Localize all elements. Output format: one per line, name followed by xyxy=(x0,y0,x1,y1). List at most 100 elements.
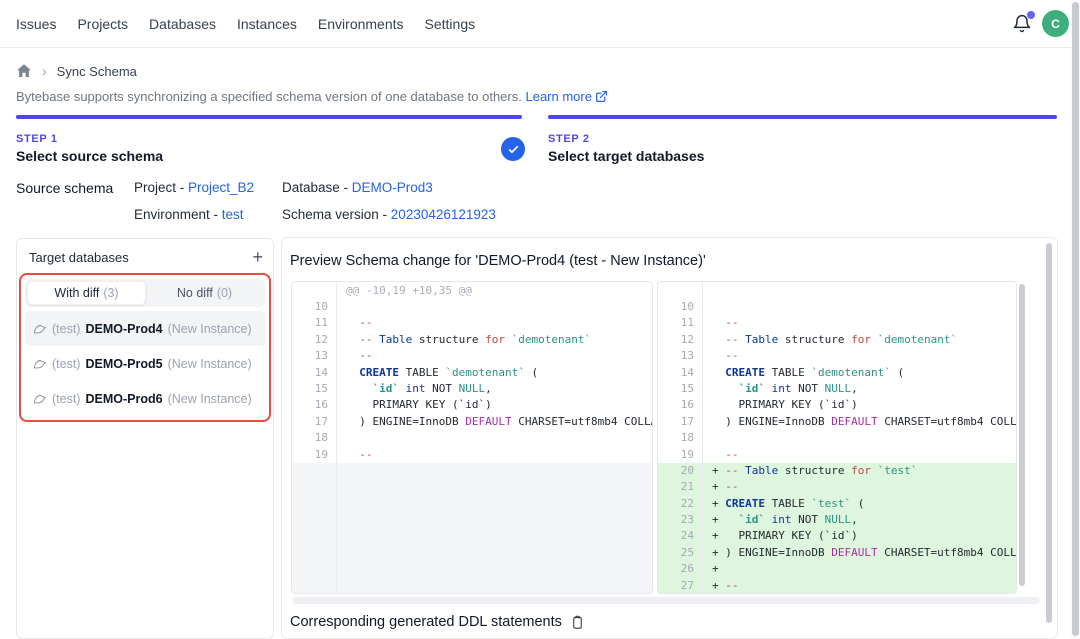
diff-line: 23+ `id` int NOT NULL, xyxy=(658,512,1016,528)
diff-filter-tabs: With diff (3) No diff (0) xyxy=(25,279,265,307)
step2-progress-bar xyxy=(548,115,1057,119)
diff-line: 26+ xyxy=(658,561,1016,577)
preview-card-scrollbar[interactable] xyxy=(1046,243,1052,623)
target-db-item-demo-prod6[interactable]: (test) DEMO-Prod6 (New Instance) xyxy=(25,381,265,416)
add-target-database-button[interactable]: + xyxy=(252,249,263,265)
external-link-icon[interactable] xyxy=(595,90,608,106)
line-number: 15 xyxy=(292,381,336,397)
line-number: 16 xyxy=(292,397,336,413)
line-number: 19 xyxy=(658,447,702,463)
top-navbar: Issues Projects Databases Instances Envi… xyxy=(0,0,1080,48)
database-link[interactable]: DEMO-Prod3 xyxy=(352,180,433,195)
db-note: (New Instance) xyxy=(168,322,252,336)
diff-pane-original: @@ -10,19 +10,35 @@10 11 --12 -- Table s… xyxy=(291,281,653,594)
breadcrumb-chevron-icon: › xyxy=(42,63,47,79)
diff-line: 10 xyxy=(658,299,1016,315)
diff-line: 16 PRIMARY KEY (`id`) xyxy=(658,397,1016,413)
diff-line: 22+ CREATE TABLE `test` ( xyxy=(658,496,1016,512)
nav-instances[interactable]: Instances xyxy=(237,16,297,32)
diff-line: 13 -- xyxy=(292,348,652,364)
target-databases-panel: Target databases + With diff (3) No diff… xyxy=(16,238,274,639)
nav-databases[interactable]: Databases xyxy=(149,16,216,32)
line-number: 10 xyxy=(658,299,702,315)
diff-line: 24+ PRIMARY KEY (`id`) xyxy=(658,528,1016,544)
diff-line: 27+ -- xyxy=(658,578,1016,594)
line-number: 11 xyxy=(292,315,336,331)
line-number: 18 xyxy=(658,430,702,446)
nav-projects[interactable]: Projects xyxy=(77,16,128,32)
line-number: 26 xyxy=(658,561,702,577)
diff-line: 16 PRIMARY KEY (`id`) xyxy=(292,397,652,413)
line-number: 25 xyxy=(658,545,702,561)
nav-settings[interactable]: Settings xyxy=(425,16,476,32)
tab-no-diff-count: (0) xyxy=(217,286,232,300)
learn-more-link[interactable]: Learn more xyxy=(525,89,591,104)
notification-bell-icon[interactable] xyxy=(1012,14,1032,34)
line-number: 16 xyxy=(658,397,702,413)
diff-hunk-header xyxy=(658,282,1016,299)
db-name: DEMO-Prod5 xyxy=(85,357,162,371)
db-note: (New Instance) xyxy=(168,357,252,371)
nav-issues[interactable]: Issues xyxy=(16,16,56,32)
target-db-item-demo-prod4[interactable]: (test) DEMO-Prod4 (New Instance) xyxy=(25,311,265,346)
tab-no-diff-label: No diff xyxy=(177,286,213,300)
source-schema-version-field: Schema version - 20230426121923 xyxy=(282,207,496,222)
line-number: 19 xyxy=(292,447,336,463)
diff-horizontal-scrollbar[interactable] xyxy=(292,597,1040,604)
line-number: 17 xyxy=(658,414,702,430)
line-number: 12 xyxy=(292,332,336,348)
project-label: Project - xyxy=(134,180,188,195)
step1-label[interactable]: Select source schema xyxy=(16,148,163,164)
mysql-icon xyxy=(33,357,47,371)
avatar[interactable]: C xyxy=(1042,10,1069,37)
target-db-item-demo-prod5[interactable]: (test) DEMO-Prod5 (New Instance) xyxy=(25,346,265,381)
target-database-list: (test) DEMO-Prod4 (New Instance) (test) … xyxy=(25,311,265,416)
diff-line: 20+ -- Table structure for `test` xyxy=(658,463,1016,479)
line-number: 14 xyxy=(658,365,702,381)
tab-no-diff[interactable]: No diff (0) xyxy=(146,281,263,305)
tab-with-diff-label: With diff xyxy=(54,286,99,300)
diff-line: 14 CREATE TABLE `demotenant` ( xyxy=(658,365,1016,381)
line-number: 24 xyxy=(658,528,702,544)
sync-schema-page: Issues Projects Databases Instances Envi… xyxy=(0,0,1080,639)
step2-eyebrow: STEP 2 xyxy=(548,133,590,145)
source-database-field: Database - DEMO-Prod3 xyxy=(282,180,433,195)
diff-line: 15 `id` int NOT NULL, xyxy=(292,381,652,397)
step1-eyebrow: STEP 1 xyxy=(16,133,58,145)
intro-description: Bytebase supports synchronizing a specif… xyxy=(16,89,522,104)
line-number: 11 xyxy=(658,315,702,331)
tab-with-diff-count: (3) xyxy=(103,286,118,300)
diff-line: 12 -- Table structure for `demotenant` xyxy=(292,332,652,348)
line-number: 23 xyxy=(658,512,702,528)
db-env: (test) xyxy=(52,357,80,371)
nav-environments[interactable]: Environments xyxy=(318,16,404,32)
diff-line: 13 -- xyxy=(658,348,1016,364)
diff-line: 10 xyxy=(292,299,652,315)
tab-with-diff[interactable]: With diff (3) xyxy=(27,281,146,305)
environment-link[interactable]: test xyxy=(222,207,244,222)
db-name: DEMO-Prod4 xyxy=(85,322,162,336)
diff-line: 12 -- Table structure for `demotenant` xyxy=(658,332,1016,348)
diff-line: 11 -- xyxy=(292,315,652,331)
db-env: (test) xyxy=(52,322,80,336)
notification-dot xyxy=(1027,11,1035,19)
diff-hunk-header: @@ -10,19 +10,35 @@ xyxy=(292,282,652,299)
intro-text: Bytebase supports synchronizing a specif… xyxy=(16,89,608,106)
home-icon[interactable] xyxy=(16,63,32,79)
source-environment-field: Environment - test xyxy=(134,207,244,222)
diff-line: 15 `id` int NOT NULL, xyxy=(658,381,1016,397)
source-project-field: Project - Project_B2 xyxy=(134,180,254,195)
diff-line: 17 ) ENGINE=InnoDB DEFAULT CHARSET=utf8m… xyxy=(292,414,652,430)
diff-line: 19 -- xyxy=(658,447,1016,463)
target-databases-title: Target databases xyxy=(29,250,129,265)
copy-ddl-icon[interactable] xyxy=(570,615,585,630)
page-scrollbar[interactable] xyxy=(1072,2,1079,636)
schema-version-link[interactable]: 20230426121923 xyxy=(391,207,496,222)
line-number: 13 xyxy=(292,348,336,364)
diff-line: 17 ) ENGINE=InnoDB DEFAULT CHARSET=utf8m… xyxy=(658,414,1016,430)
breadcrumb: › Sync Schema xyxy=(16,63,137,79)
diff-pane-scrollbar[interactable] xyxy=(1019,284,1025,586)
line-number: 18 xyxy=(292,430,336,446)
project-link[interactable]: Project_B2 xyxy=(188,180,254,195)
step2-label[interactable]: Select target databases xyxy=(548,148,704,164)
